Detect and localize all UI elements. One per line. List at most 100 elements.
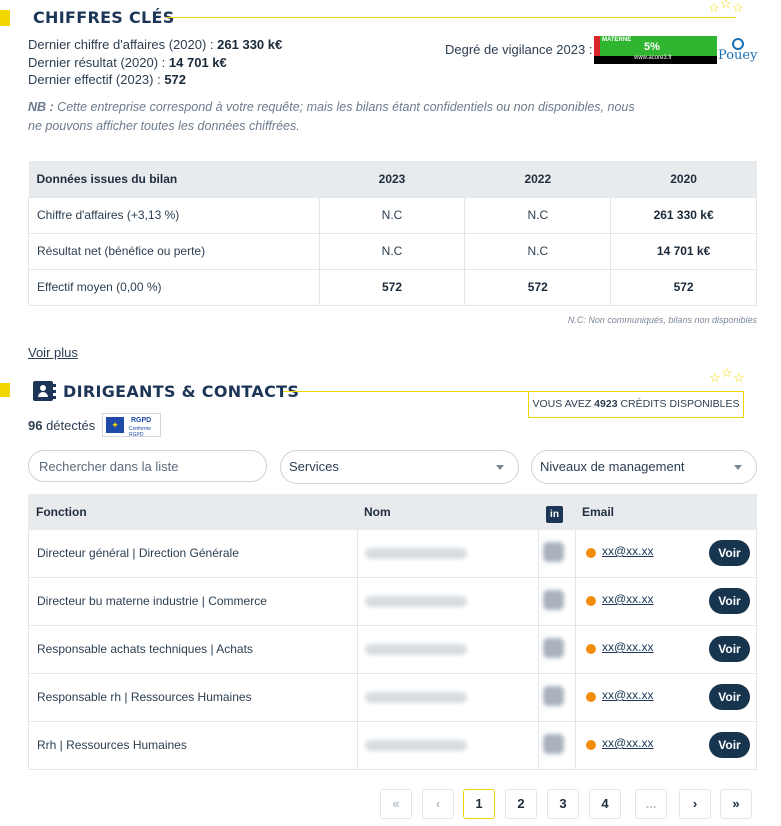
services-select[interactable]: Services xyxy=(280,450,519,484)
email-status-dot xyxy=(586,548,596,558)
voir-button[interactable]: Voir xyxy=(709,684,750,710)
detected-label: détectés xyxy=(42,418,96,433)
credits-count: 4923 xyxy=(594,398,618,410)
column-divider xyxy=(357,578,358,625)
contact-email-link[interactable]: xx@xx.xx xyxy=(602,736,654,750)
linkedin-blurred-icon xyxy=(543,542,564,562)
last-headcount-label: Dernier effectif (2023) : xyxy=(28,72,165,87)
search-input[interactable] xyxy=(28,450,267,482)
table-cell: N.C xyxy=(464,196,612,234)
column-divider xyxy=(357,626,358,673)
table-cell: Effectif moyen (0,00 %) xyxy=(28,268,320,306)
pagination-prev-button[interactable]: ‹ xyxy=(422,789,454,819)
nc-note: N.C: Non communiqués, bilans non disponi… xyxy=(567,315,757,325)
management-level-select-value: Niveaux de management xyxy=(540,459,685,474)
voir-button[interactable]: Voir xyxy=(709,540,750,566)
eu-stars-icon: ✦ xyxy=(106,417,124,433)
bilan-header-row: Données issues du bilan 2023 2022 2020 xyxy=(28,161,757,197)
table-cell: 572 xyxy=(464,268,612,306)
table-row: Directeur bu materne industrie | Commerc… xyxy=(28,578,757,626)
contacts-book-icon-tab xyxy=(53,384,56,387)
section-title-chiffres: CHIFFRES CLÉS xyxy=(33,8,175,27)
detected-count: 96 détectés xyxy=(28,418,95,433)
pagination-last-button[interactable]: » xyxy=(720,789,752,819)
bilan-col-2020: 2020 xyxy=(610,161,757,197)
column-divider xyxy=(357,530,358,577)
pagination-first-button[interactable]: « xyxy=(380,789,412,819)
contact-function: Directeur bu materne industrie | Commerc… xyxy=(37,594,267,608)
column-divider xyxy=(575,674,576,721)
vigilance-badge[interactable]: MATERNE 5% www.acore3.fr xyxy=(594,36,717,64)
column-divider xyxy=(357,722,358,769)
bilan-row-headcount: Effectif moyen (0,00 %) 572 572 572 xyxy=(28,268,757,306)
rgpd-sub: Conforme RGPD xyxy=(129,426,151,438)
rgpd-label: RGPD xyxy=(131,417,152,424)
column-divider xyxy=(575,530,576,577)
last-result-value: 14 701 k€ xyxy=(168,55,227,70)
credits-available-box: VOUS AVEZ 4923 CRÉDITS DISPONIBLES xyxy=(528,391,744,418)
contact-function: Responsable achats techniques | Achats xyxy=(37,642,253,656)
table-row: Responsable rh | Ressources Humaines xx@… xyxy=(28,674,757,722)
contacts-book-icon-tab xyxy=(53,390,56,393)
contact-function: Directeur général | Direction Générale xyxy=(37,546,239,560)
linkedin-blurred-icon xyxy=(543,734,564,754)
vigilance-percentage: 5% xyxy=(644,41,660,53)
bilan-table: Données issues du bilan 2023 2022 2020 C… xyxy=(28,161,757,306)
pouey-logo: Pouey xyxy=(718,38,758,64)
contact-name-blurred xyxy=(365,548,467,559)
chevron-down-icon xyxy=(734,465,742,470)
col-nom: Nom xyxy=(364,505,391,519)
contact-name-blurred xyxy=(365,596,467,607)
column-divider xyxy=(538,530,539,577)
credits-suffix: CRÉDITS DISPONIBLES xyxy=(617,398,740,410)
linkedin-blurred-icon xyxy=(543,638,564,658)
table-cell: 572 xyxy=(610,268,757,306)
pouey-logo-text: Pouey xyxy=(718,48,758,63)
table-cell: 261 330 k€ xyxy=(610,196,757,234)
pagination-next-button[interactable]: › xyxy=(679,789,711,819)
contact-email-link[interactable]: xx@xx.xx xyxy=(602,592,654,606)
linkedin-icon: in xyxy=(546,506,563,523)
bilan-row-result: Résultat net (bénéfice ou perte) N.C N.C… xyxy=(28,232,757,270)
contact-name-blurred xyxy=(365,692,467,703)
table-cell: N.C xyxy=(318,196,466,234)
voir-plus-link[interactable]: Voir plus xyxy=(28,345,78,360)
last-headcount-value: 572 xyxy=(164,72,187,87)
last-turnover-label: Dernier chiffre d'affaires (2020) : xyxy=(28,37,218,52)
nb-label: NB : xyxy=(28,100,54,114)
voir-button[interactable]: Voir xyxy=(709,588,750,614)
contact-name-blurred xyxy=(365,644,467,655)
table-row: Responsable achats techniques | Achats x… xyxy=(28,626,757,674)
table-row: Directeur général | Direction Générale x… xyxy=(28,530,757,578)
contact-function: Responsable rh | Ressources Humaines xyxy=(37,690,252,704)
contacts-book-icon-head xyxy=(40,385,46,391)
table-cell: N.C xyxy=(464,232,612,270)
table-cell: 572 xyxy=(318,268,466,306)
pagination-page-2[interactable]: 2 xyxy=(505,789,537,819)
col-email: Email xyxy=(582,505,615,519)
voir-button[interactable]: Voir xyxy=(709,636,750,662)
contact-email-link[interactable]: xx@xx.xx xyxy=(602,544,654,558)
contact-function: Rrh | Ressources Humaines xyxy=(37,738,187,752)
nb-text: Cette entreprise correspond à votre requ… xyxy=(28,100,635,133)
contacts-book-icon xyxy=(33,381,56,401)
contact-email-link[interactable]: xx@xx.xx xyxy=(602,688,654,702)
email-status-dot xyxy=(586,644,596,654)
pagination-page-1[interactable]: 1 xyxy=(463,789,495,819)
col-fonction: Fonction xyxy=(36,505,87,519)
table-cell: 14 701 k€ xyxy=(610,232,757,270)
column-divider xyxy=(575,722,576,769)
voir-button[interactable]: Voir xyxy=(709,732,750,758)
contact-email-link[interactable]: xx@xx.xx xyxy=(602,640,654,654)
bilan-col-2023: 2023 xyxy=(319,161,465,197)
stars-icon: ☆ ☆ ☆ xyxy=(709,365,745,385)
pagination-page-4[interactable]: 4 xyxy=(589,789,621,819)
management-level-select[interactable]: Niveaux de management xyxy=(531,450,757,484)
last-headcount: Dernier effectif (2023) : 572 xyxy=(28,72,186,87)
vigilance-category: MATERNE xyxy=(602,37,632,43)
column-divider xyxy=(538,722,539,769)
bilan-col-label: Données issues du bilan xyxy=(28,161,320,197)
pagination-page-3[interactable]: 3 xyxy=(547,789,579,819)
column-divider xyxy=(575,578,576,625)
credits-prefix: VOUS AVEZ xyxy=(532,398,595,410)
